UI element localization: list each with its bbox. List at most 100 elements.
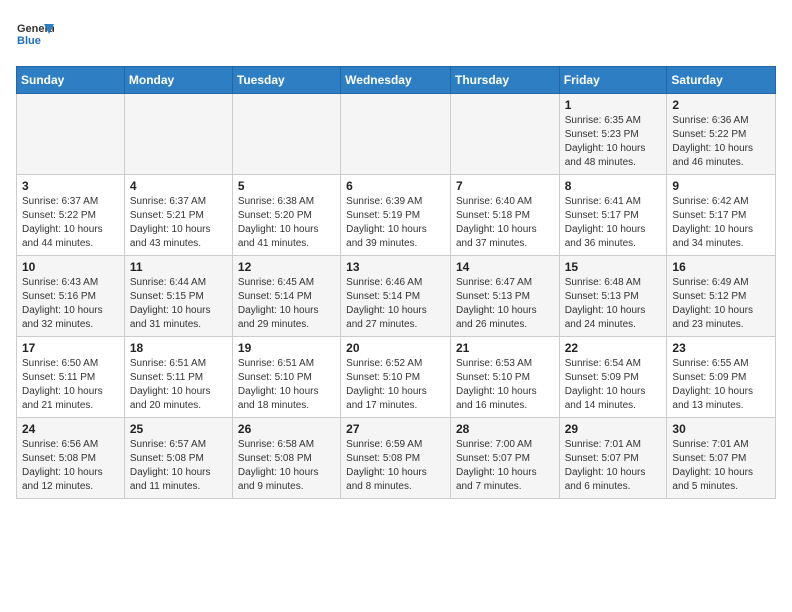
calendar-cell: 29Sunrise: 7:01 AM Sunset: 5:07 PM Dayli… bbox=[559, 418, 667, 499]
logo: General Blue bbox=[16, 16, 58, 54]
cell-content: Sunrise: 6:44 AM Sunset: 5:15 PM Dayligh… bbox=[130, 276, 227, 332]
calendar-week-2: 3 Sunrise: 6:37 AM Sunset: 5:22 PM Daylig… bbox=[17, 175, 776, 256]
calendar-cell: 17 Sunrise: 6:50 AM Sunset: 5:11 PM Dayli… bbox=[17, 337, 125, 418]
cell-content: Sunrise: 6:58 AM Sunset: 5:08 PM Dayligh… bbox=[238, 438, 335, 494]
cell-content: Sunrise: 6:39 AM Sunset: 5:19 PM Dayligh… bbox=[346, 195, 445, 251]
cell-content: Sunrise: 6:51 AM Sunset: 5:11 PM Dayligh… bbox=[130, 357, 227, 413]
day-number: 16 bbox=[672, 260, 770, 274]
calendar-cell: 10 Sunrise: 6:43 AM Sunset: 5:16 PM Dayli… bbox=[17, 256, 125, 337]
day-number: 18 bbox=[130, 341, 227, 355]
day-number: 24 bbox=[22, 422, 119, 436]
cell-content: Sunrise: 6:54 AM Sunset: 5:09 PM Dayligh… bbox=[565, 357, 662, 413]
cell-content: Sunrise: 6:36 AM Sunset: 5:22 PM Dayligh… bbox=[672, 114, 770, 170]
day-number: 21 bbox=[456, 341, 554, 355]
cell-content: Sunrise: 6:56 AM Sunset: 5:08 PM Dayligh… bbox=[22, 438, 119, 494]
calendar-cell: 26 Sunrise: 6:58 AM Sunset: 5:08 PM Dayli… bbox=[232, 418, 340, 499]
day-number: 13 bbox=[346, 260, 445, 274]
calendar-cell: 30 Sunrise: 7:01 AM Sunset: 5:07 PM Dayli… bbox=[667, 418, 776, 499]
day-number: 15 bbox=[565, 260, 662, 274]
cell-content: Sunrise: 6:37 AM Sunset: 5:22 PM Dayligh… bbox=[22, 195, 119, 251]
day-header-saturday: Saturday bbox=[667, 67, 776, 94]
day-number: 10 bbox=[22, 260, 119, 274]
day-number: 8 bbox=[565, 179, 662, 193]
day-number: 3 bbox=[22, 179, 119, 193]
calendar-cell: 4 Sunrise: 6:37 AM Sunset: 5:21 PM Daylig… bbox=[124, 175, 232, 256]
calendar-cell: 12 Sunrise: 6:45 AM Sunset: 5:14 PM Dayli… bbox=[232, 256, 340, 337]
calendar-header: SundayMondayTuesdayWednesdayThursdayFrid… bbox=[17, 67, 776, 94]
calendar-cell: 6 Sunrise: 6:39 AM Sunset: 5:19 PM Daylig… bbox=[341, 175, 451, 256]
day-header-monday: Monday bbox=[124, 67, 232, 94]
day-number: 5 bbox=[238, 179, 335, 193]
cell-content: Sunrise: 6:35 AM Sunset: 5:23 PM Dayligh… bbox=[565, 114, 662, 170]
calendar-cell: 3 Sunrise: 6:37 AM Sunset: 5:22 PM Daylig… bbox=[17, 175, 125, 256]
cell-content: Sunrise: 6:38 AM Sunset: 5:20 PM Dayligh… bbox=[238, 195, 335, 251]
day-header-thursday: Thursday bbox=[450, 67, 559, 94]
day-number: 25 bbox=[130, 422, 227, 436]
cell-content: Sunrise: 6:52 AM Sunset: 5:10 PM Dayligh… bbox=[346, 357, 445, 413]
calendar-cell: 11 Sunrise: 6:44 AM Sunset: 5:15 PM Dayli… bbox=[124, 256, 232, 337]
day-header-friday: Friday bbox=[559, 67, 667, 94]
calendar-body: 1 Sunrise: 6:35 AM Sunset: 5:23 PM Daylig… bbox=[17, 94, 776, 499]
logo-icon: General Blue bbox=[16, 16, 54, 54]
calendar-cell: 24 Sunrise: 6:56 AM Sunset: 5:08 PM Dayli… bbox=[17, 418, 125, 499]
calendar-cell bbox=[450, 94, 559, 175]
calendar-cell: 7 Sunrise: 6:40 AM Sunset: 5:18 PM Daylig… bbox=[450, 175, 559, 256]
cell-content: Sunrise: 7:01 AM Sunset: 5:07 PM Dayligh… bbox=[672, 438, 770, 494]
calendar-cell: 8 Sunrise: 6:41 AM Sunset: 5:17 PM Daylig… bbox=[559, 175, 667, 256]
cell-content: Sunrise: 6:46 AM Sunset: 5:14 PM Dayligh… bbox=[346, 276, 445, 332]
day-number: 23 bbox=[672, 341, 770, 355]
cell-content: Sunrise: 6:43 AM Sunset: 5:16 PM Dayligh… bbox=[22, 276, 119, 332]
cell-content: Sunrise: 6:47 AM Sunset: 5:13 PM Dayligh… bbox=[456, 276, 554, 332]
cell-content: Sunrise: 6:49 AM Sunset: 5:12 PM Dayligh… bbox=[672, 276, 770, 332]
day-number: 9 bbox=[672, 179, 770, 193]
day-number: 4 bbox=[130, 179, 227, 193]
calendar-cell: 22Sunrise: 6:54 AM Sunset: 5:09 PM Dayli… bbox=[559, 337, 667, 418]
calendar-cell: 25 Sunrise: 6:57 AM Sunset: 5:08 PM Dayli… bbox=[124, 418, 232, 499]
day-number: 26 bbox=[238, 422, 335, 436]
cell-content: Sunrise: 6:59 AM Sunset: 5:08 PM Dayligh… bbox=[346, 438, 445, 494]
cell-content: Sunrise: 6:40 AM Sunset: 5:18 PM Dayligh… bbox=[456, 195, 554, 251]
day-number: 14 bbox=[456, 260, 554, 274]
calendar-cell: 20Sunrise: 6:52 AM Sunset: 5:10 PM Dayli… bbox=[341, 337, 451, 418]
day-number: 1 bbox=[565, 98, 662, 112]
day-header-tuesday: Tuesday bbox=[232, 67, 340, 94]
day-number: 19 bbox=[238, 341, 335, 355]
calendar-cell: 16 Sunrise: 6:49 AM Sunset: 5:12 PM Dayli… bbox=[667, 256, 776, 337]
day-number: 17 bbox=[22, 341, 119, 355]
cell-content: Sunrise: 6:37 AM Sunset: 5:21 PM Dayligh… bbox=[130, 195, 227, 251]
cell-content: Sunrise: 6:51 AM Sunset: 5:10 PM Dayligh… bbox=[238, 357, 335, 413]
calendar-cell bbox=[341, 94, 451, 175]
day-header-wednesday: Wednesday bbox=[341, 67, 451, 94]
cell-content: Sunrise: 6:57 AM Sunset: 5:08 PM Dayligh… bbox=[130, 438, 227, 494]
day-number: 11 bbox=[130, 260, 227, 274]
calendar-cell: 15 Sunrise: 6:48 AM Sunset: 5:13 PM Dayli… bbox=[559, 256, 667, 337]
calendar-week-1: 1 Sunrise: 6:35 AM Sunset: 5:23 PM Daylig… bbox=[17, 94, 776, 175]
calendar-cell: 28Sunrise: 7:00 AM Sunset: 5:07 PM Dayli… bbox=[450, 418, 559, 499]
calendar-week-3: 10 Sunrise: 6:43 AM Sunset: 5:16 PM Dayli… bbox=[17, 256, 776, 337]
day-number: 7 bbox=[456, 179, 554, 193]
calendar-cell bbox=[17, 94, 125, 175]
calendar-week-5: 24 Sunrise: 6:56 AM Sunset: 5:08 PM Dayli… bbox=[17, 418, 776, 499]
calendar-cell: 23Sunrise: 6:55 AM Sunset: 5:09 PM Dayli… bbox=[667, 337, 776, 418]
day-number: 27 bbox=[346, 422, 445, 436]
day-header-sunday: Sunday bbox=[17, 67, 125, 94]
day-number: 28 bbox=[456, 422, 554, 436]
calendar-cell: 1 Sunrise: 6:35 AM Sunset: 5:23 PM Daylig… bbox=[559, 94, 667, 175]
day-number: 12 bbox=[238, 260, 335, 274]
calendar-cell: 13 Sunrise: 6:46 AM Sunset: 5:14 PM Dayli… bbox=[341, 256, 451, 337]
calendar-week-4: 17 Sunrise: 6:50 AM Sunset: 5:11 PM Dayli… bbox=[17, 337, 776, 418]
cell-content: Sunrise: 6:48 AM Sunset: 5:13 PM Dayligh… bbox=[565, 276, 662, 332]
day-number: 6 bbox=[346, 179, 445, 193]
cell-content: Sunrise: 6:41 AM Sunset: 5:17 PM Dayligh… bbox=[565, 195, 662, 251]
cell-content: Sunrise: 6:50 AM Sunset: 5:11 PM Dayligh… bbox=[22, 357, 119, 413]
calendar-cell: 21Sunrise: 6:53 AM Sunset: 5:10 PM Dayli… bbox=[450, 337, 559, 418]
calendar-cell: 18 Sunrise: 6:51 AM Sunset: 5:11 PM Dayli… bbox=[124, 337, 232, 418]
svg-text:Blue: Blue bbox=[17, 35, 41, 47]
cell-content: Sunrise: 7:01 AM Sunset: 5:07 PM Dayligh… bbox=[565, 438, 662, 494]
cell-content: Sunrise: 6:45 AM Sunset: 5:14 PM Dayligh… bbox=[238, 276, 335, 332]
calendar-cell bbox=[232, 94, 340, 175]
calendar-cell bbox=[124, 94, 232, 175]
day-number: 30 bbox=[672, 422, 770, 436]
calendar-cell: 9Sunrise: 6:42 AM Sunset: 5:17 PM Daylig… bbox=[667, 175, 776, 256]
calendar-cell: 27 Sunrise: 6:59 AM Sunset: 5:08 PM Dayli… bbox=[341, 418, 451, 499]
